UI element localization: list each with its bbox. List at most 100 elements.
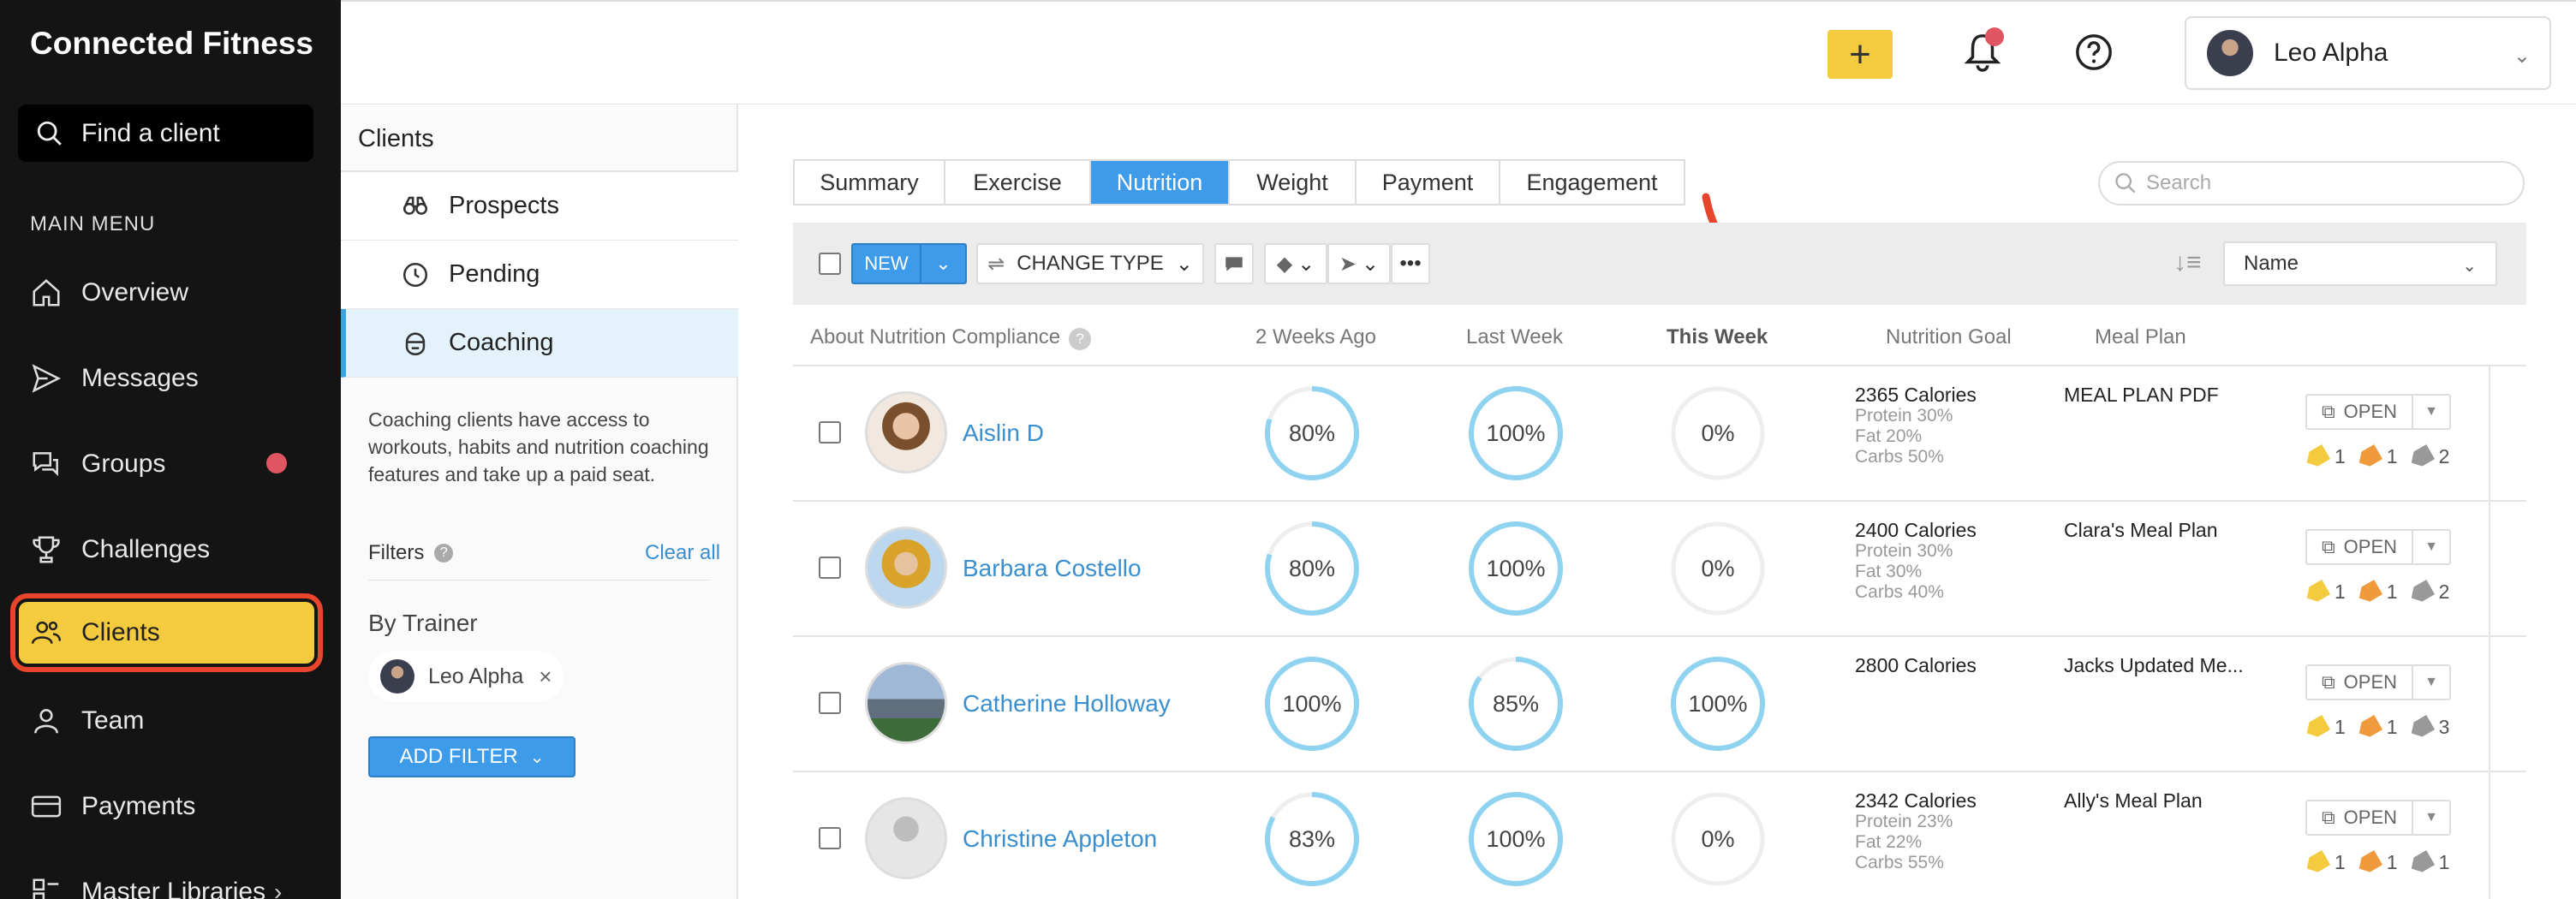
avatar[interactable] xyxy=(865,527,947,609)
sort-icon[interactable]: ↓≡ xyxy=(2174,248,2215,283)
person-icon xyxy=(30,705,63,737)
top-header: + Leo Alpha ⌄ xyxy=(341,0,2576,104)
tab-exercise[interactable]: Exercise xyxy=(945,161,1091,204)
client-name-link[interactable]: Christine Appleton xyxy=(963,825,1157,853)
open-button[interactable]: ⧉ OPEN ▼ xyxy=(2305,800,2451,836)
sidebar-item-challenges[interactable]: Challenges xyxy=(30,524,210,575)
table-row: Aislin D 80% 100% 0% 2365 Calories Protein 30… xyxy=(793,365,2526,498)
compliance-ring-this-week: 0% xyxy=(1668,519,1768,618)
new-button[interactable]: NEW ⌄ xyxy=(851,243,967,284)
main-sidebar: Connected Fitness Find a client MAIN MEN… xyxy=(0,0,341,899)
row-checkbox[interactable] xyxy=(819,827,841,849)
compliance-value: 80% xyxy=(1288,420,1336,446)
clear-all-link[interactable]: Clear all xyxy=(645,541,720,565)
avatar[interactable] xyxy=(865,391,947,473)
tag-icon xyxy=(2406,714,2435,740)
compliance-ring-last-week: 100% xyxy=(1466,519,1565,618)
client-search[interactable]: Search xyxy=(2098,161,2525,205)
send-button[interactable]: ➤ ⌄ xyxy=(1327,243,1391,284)
avatar[interactable] xyxy=(865,662,947,744)
change-type-button[interactable]: ⇌ CHANGE TYPE ⌄ xyxy=(976,243,1204,284)
send-icon xyxy=(30,362,63,395)
panel-item-coaching[interactable]: Coaching xyxy=(341,309,738,378)
open-button[interactable]: ⧉ OPEN ▼ xyxy=(2305,664,2451,700)
sidebar-item-team[interactable]: Team xyxy=(30,695,144,747)
row-checkbox[interactable] xyxy=(819,421,841,444)
compliance-ring-last-week: 85% xyxy=(1466,654,1565,753)
compliance-ring-two-weeks: 100% xyxy=(1262,654,1362,753)
row-checkbox[interactable] xyxy=(819,692,841,714)
client-name-link[interactable]: Catherine Holloway xyxy=(963,690,1171,717)
tab-weight[interactable]: Weight xyxy=(1230,161,1357,204)
more-button[interactable]: ••• xyxy=(1391,243,1430,284)
sidebar-item-clients[interactable]: Clients xyxy=(19,602,314,664)
panel-title: Clients xyxy=(358,125,434,152)
panel-item-pending[interactable]: Pending xyxy=(341,241,738,309)
sidebar-item-groups[interactable]: Groups xyxy=(30,438,165,490)
main-content: Summary Exercise Nutrition Weight Paymen… xyxy=(738,104,2576,899)
sidebar-item-overview[interactable]: Overview xyxy=(30,267,188,319)
chevron-down-icon[interactable]: ▼ xyxy=(2413,801,2449,834)
compliance-value: 85% xyxy=(1492,690,1540,717)
sort-select[interactable]: Name ⌄ xyxy=(2223,241,2497,286)
comment-button[interactable] xyxy=(1214,243,1254,284)
tag-count: 1 xyxy=(2386,851,2398,873)
calories-value: 2800 Calories xyxy=(1855,654,1977,676)
help-icon[interactable] xyxy=(2074,33,2114,72)
meal-plan-link[interactable]: Ally's Meal Plan xyxy=(2064,789,2269,813)
close-icon[interactable]: × xyxy=(539,664,552,690)
tab-summary[interactable]: Summary xyxy=(795,161,945,204)
meal-plan-link[interactable]: Clara's Meal Plan xyxy=(2064,519,2269,542)
fat-value: Fat 22% xyxy=(1855,832,1923,852)
client-name-link[interactable]: Aislin D xyxy=(963,420,1044,447)
this-week-column-header: This Week xyxy=(1667,325,1768,348)
tab-engagement[interactable]: Engagement xyxy=(1500,161,1684,204)
tag-button[interactable]: ◆ ⌄ xyxy=(1264,243,1327,284)
add-filter-button[interactable]: ADD FILTER ⌄ xyxy=(368,736,575,777)
chat-icon xyxy=(30,448,63,480)
open-button[interactable]: ⧉ OPEN ▼ xyxy=(2305,529,2451,565)
find-client-search[interactable]: Find a client xyxy=(18,104,313,162)
tag-count: 1 xyxy=(2334,716,2346,738)
sidebar-item-payments[interactable]: Payments xyxy=(30,781,195,832)
calories-value: 2400 Calories xyxy=(1855,519,1977,541)
card-icon xyxy=(30,790,63,823)
select-all-checkbox[interactable] xyxy=(819,253,841,275)
clock-icon xyxy=(402,262,428,287)
add-button[interactable]: + xyxy=(1828,30,1893,79)
tab-nutrition[interactable]: Nutrition xyxy=(1091,161,1230,204)
compliance-ring-last-week: 100% xyxy=(1466,789,1565,889)
chevron-down-icon[interactable]: ▼ xyxy=(2413,531,2449,563)
tag-count: 1 xyxy=(2386,716,2398,738)
compliance-value: 83% xyxy=(1288,825,1336,852)
meal-plan-link[interactable]: Jacks Updated Me... xyxy=(2064,654,2269,677)
avatar[interactable] xyxy=(865,797,947,879)
meal-plan-link[interactable]: MEAL PLAN PDF xyxy=(2064,384,2269,407)
chevron-down-icon[interactable]: ⌄ xyxy=(921,245,965,283)
compliance-value: 80% xyxy=(1288,555,1336,581)
client-name-link[interactable]: Barbara Costello xyxy=(963,555,1142,582)
more-icon: ••• xyxy=(1399,252,1422,275)
tag-count: 3 xyxy=(2438,716,2450,738)
tab-payment[interactable]: Payment xyxy=(1357,161,1500,204)
chevron-down-icon[interactable]: ▼ xyxy=(2413,396,2449,428)
two-weeks-column-header: 2 Weeks Ago xyxy=(1255,325,1376,348)
user-menu[interactable]: Leo Alpha ⌄ xyxy=(2185,16,2551,90)
avatar xyxy=(380,659,414,694)
protein-value: Protein 30% xyxy=(1855,541,1953,561)
row-checkbox[interactable] xyxy=(819,557,841,579)
sidebar-item-master-libraries[interactable]: Master Libraries › xyxy=(30,866,282,899)
compliance-value: 0% xyxy=(1701,825,1735,852)
panel-item-prospects[interactable]: Prospects xyxy=(341,172,738,241)
sidebar-item-messages[interactable]: Messages xyxy=(30,353,199,404)
tag-count: 2 xyxy=(2438,580,2450,603)
tag-count: 1 xyxy=(2438,851,2450,873)
external-link-icon: ⧉ xyxy=(2321,401,2335,422)
carbs-value: Carbs 55% xyxy=(1855,853,1944,872)
panel-item-label: Prospects xyxy=(449,192,559,219)
tag-count: 1 xyxy=(2334,445,2346,467)
main-menu-heading: MAIN MENU xyxy=(30,212,156,235)
chevron-down-icon[interactable]: ▼ xyxy=(2413,666,2449,699)
coaching-description: Coaching clients have access to workouts… xyxy=(368,408,709,485)
open-button[interactable]: ⧉ OPEN ▼ xyxy=(2305,394,2451,430)
